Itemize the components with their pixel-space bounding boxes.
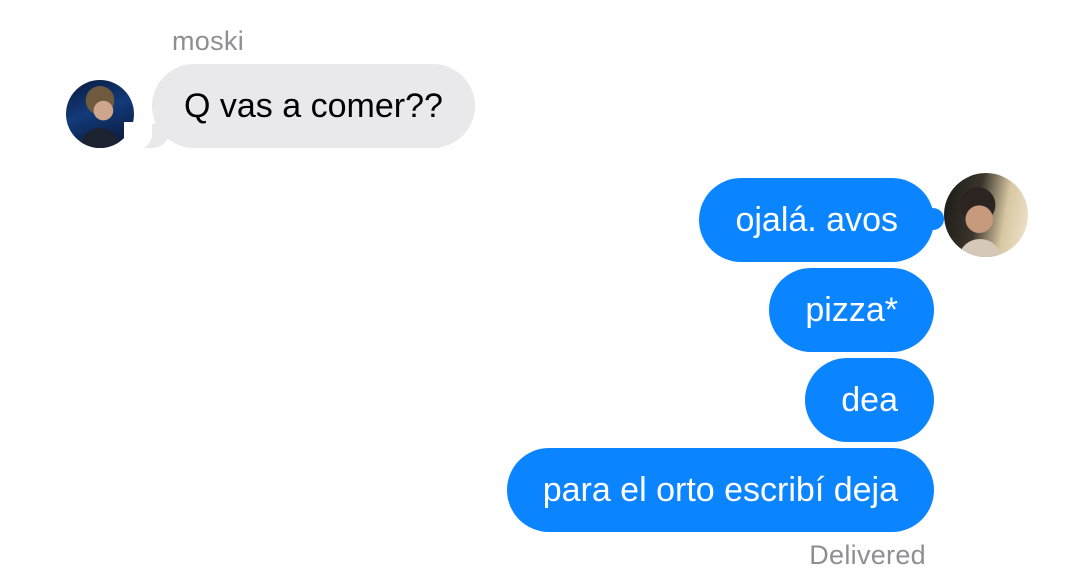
incoming-message-bubble[interactable]: Q vas a comer??: [124, 64, 475, 150]
outgoing-message-bubble[interactable]: pizza*: [769, 268, 934, 352]
message-text: dea: [841, 381, 898, 419]
outgoing-message-bubble[interactable]: para el orto escribí deja: [506, 448, 934, 532]
outgoing-message-bubble[interactable]: ojalá. avos: [699, 178, 944, 262]
message-text: para el orto escribí deja: [542, 471, 898, 509]
message-text: ojalá. avos: [735, 201, 898, 239]
message-text: Q vas a comer??: [184, 87, 443, 125]
delivery-status: Delivered: [809, 540, 926, 570]
sender-name: moski: [172, 26, 245, 56]
outgoing-message-bubble[interactable]: dea: [805, 358, 934, 442]
message-text: pizza*: [805, 291, 898, 329]
own-avatar[interactable]: [944, 173, 1028, 257]
